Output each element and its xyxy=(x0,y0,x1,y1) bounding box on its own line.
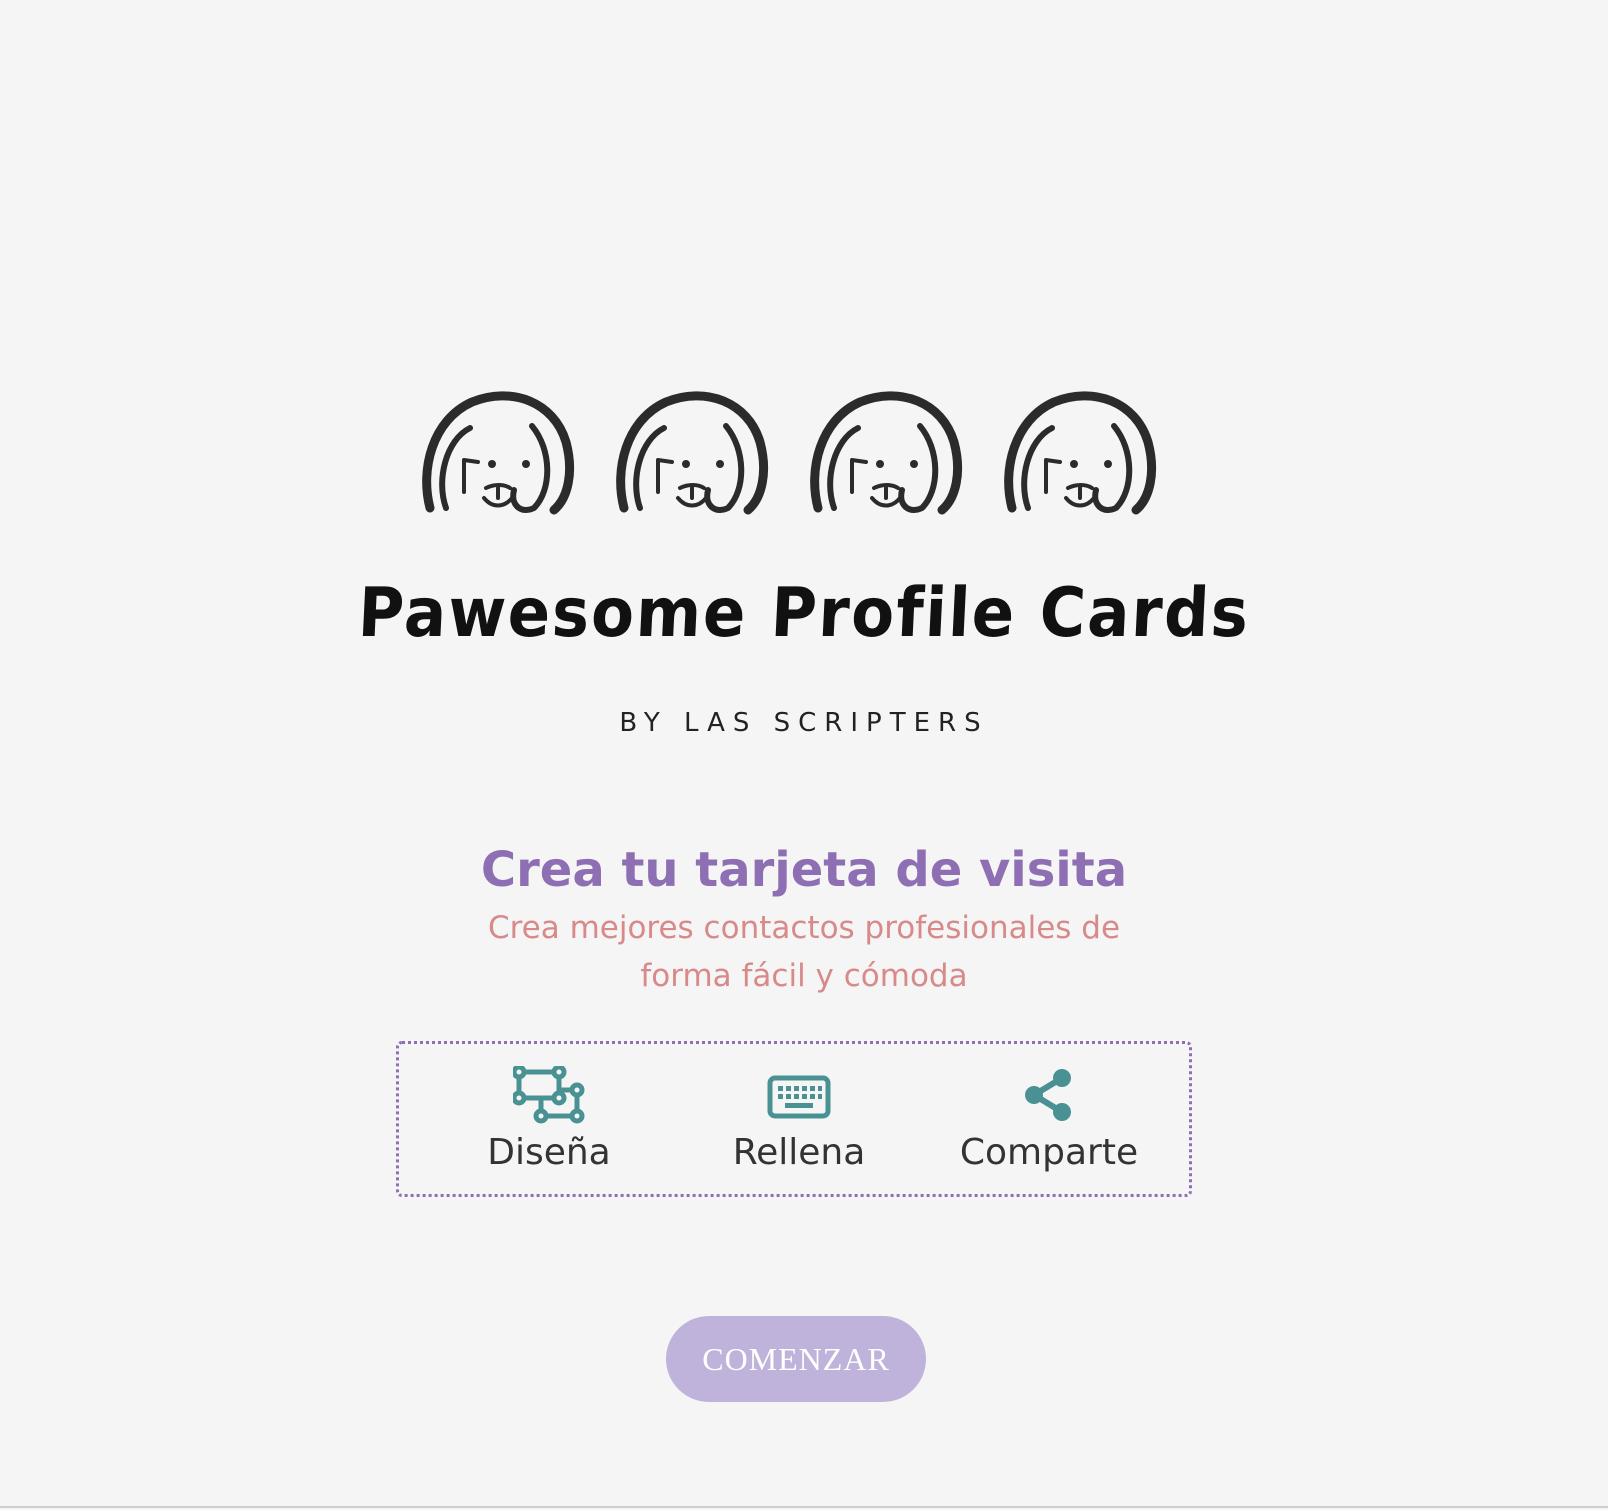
start-button[interactable]: COMENZAR xyxy=(666,1316,926,1402)
dog-face-icon xyxy=(810,391,963,515)
step-share-label: Comparte xyxy=(959,1132,1139,1173)
dog-faces-illustration xyxy=(422,391,1157,515)
step-fill: Rellena xyxy=(699,1044,899,1194)
page-subtitle: Crea mejores contactos profesionales de … xyxy=(487,910,1121,994)
vector-design-icon xyxy=(513,1066,585,1124)
brand-title: Pawesome Profile Cards xyxy=(356,574,1252,653)
dog-face-icon xyxy=(422,391,575,515)
steps-panel: Diseña Rellena Comparte xyxy=(396,1041,1192,1197)
brand-subtitle: BY LAS SCRIPTERS xyxy=(619,708,989,738)
dog-face-icon xyxy=(616,391,769,515)
step-design-label: Diseña xyxy=(487,1132,611,1173)
dog-face-icon xyxy=(1004,391,1157,515)
step-design: Diseña xyxy=(459,1044,639,1194)
bottom-divider xyxy=(0,1506,1608,1508)
share-icon xyxy=(1025,1069,1071,1121)
page-title: Crea tu tarjeta de visita xyxy=(480,842,1128,898)
keyboard-icon xyxy=(767,1075,831,1119)
step-share: Comparte xyxy=(949,1044,1149,1194)
logo: Pawesome Profile Cards BY LAS SCRIPTERS xyxy=(0,380,1608,760)
step-fill-label: Rellena xyxy=(732,1132,866,1173)
